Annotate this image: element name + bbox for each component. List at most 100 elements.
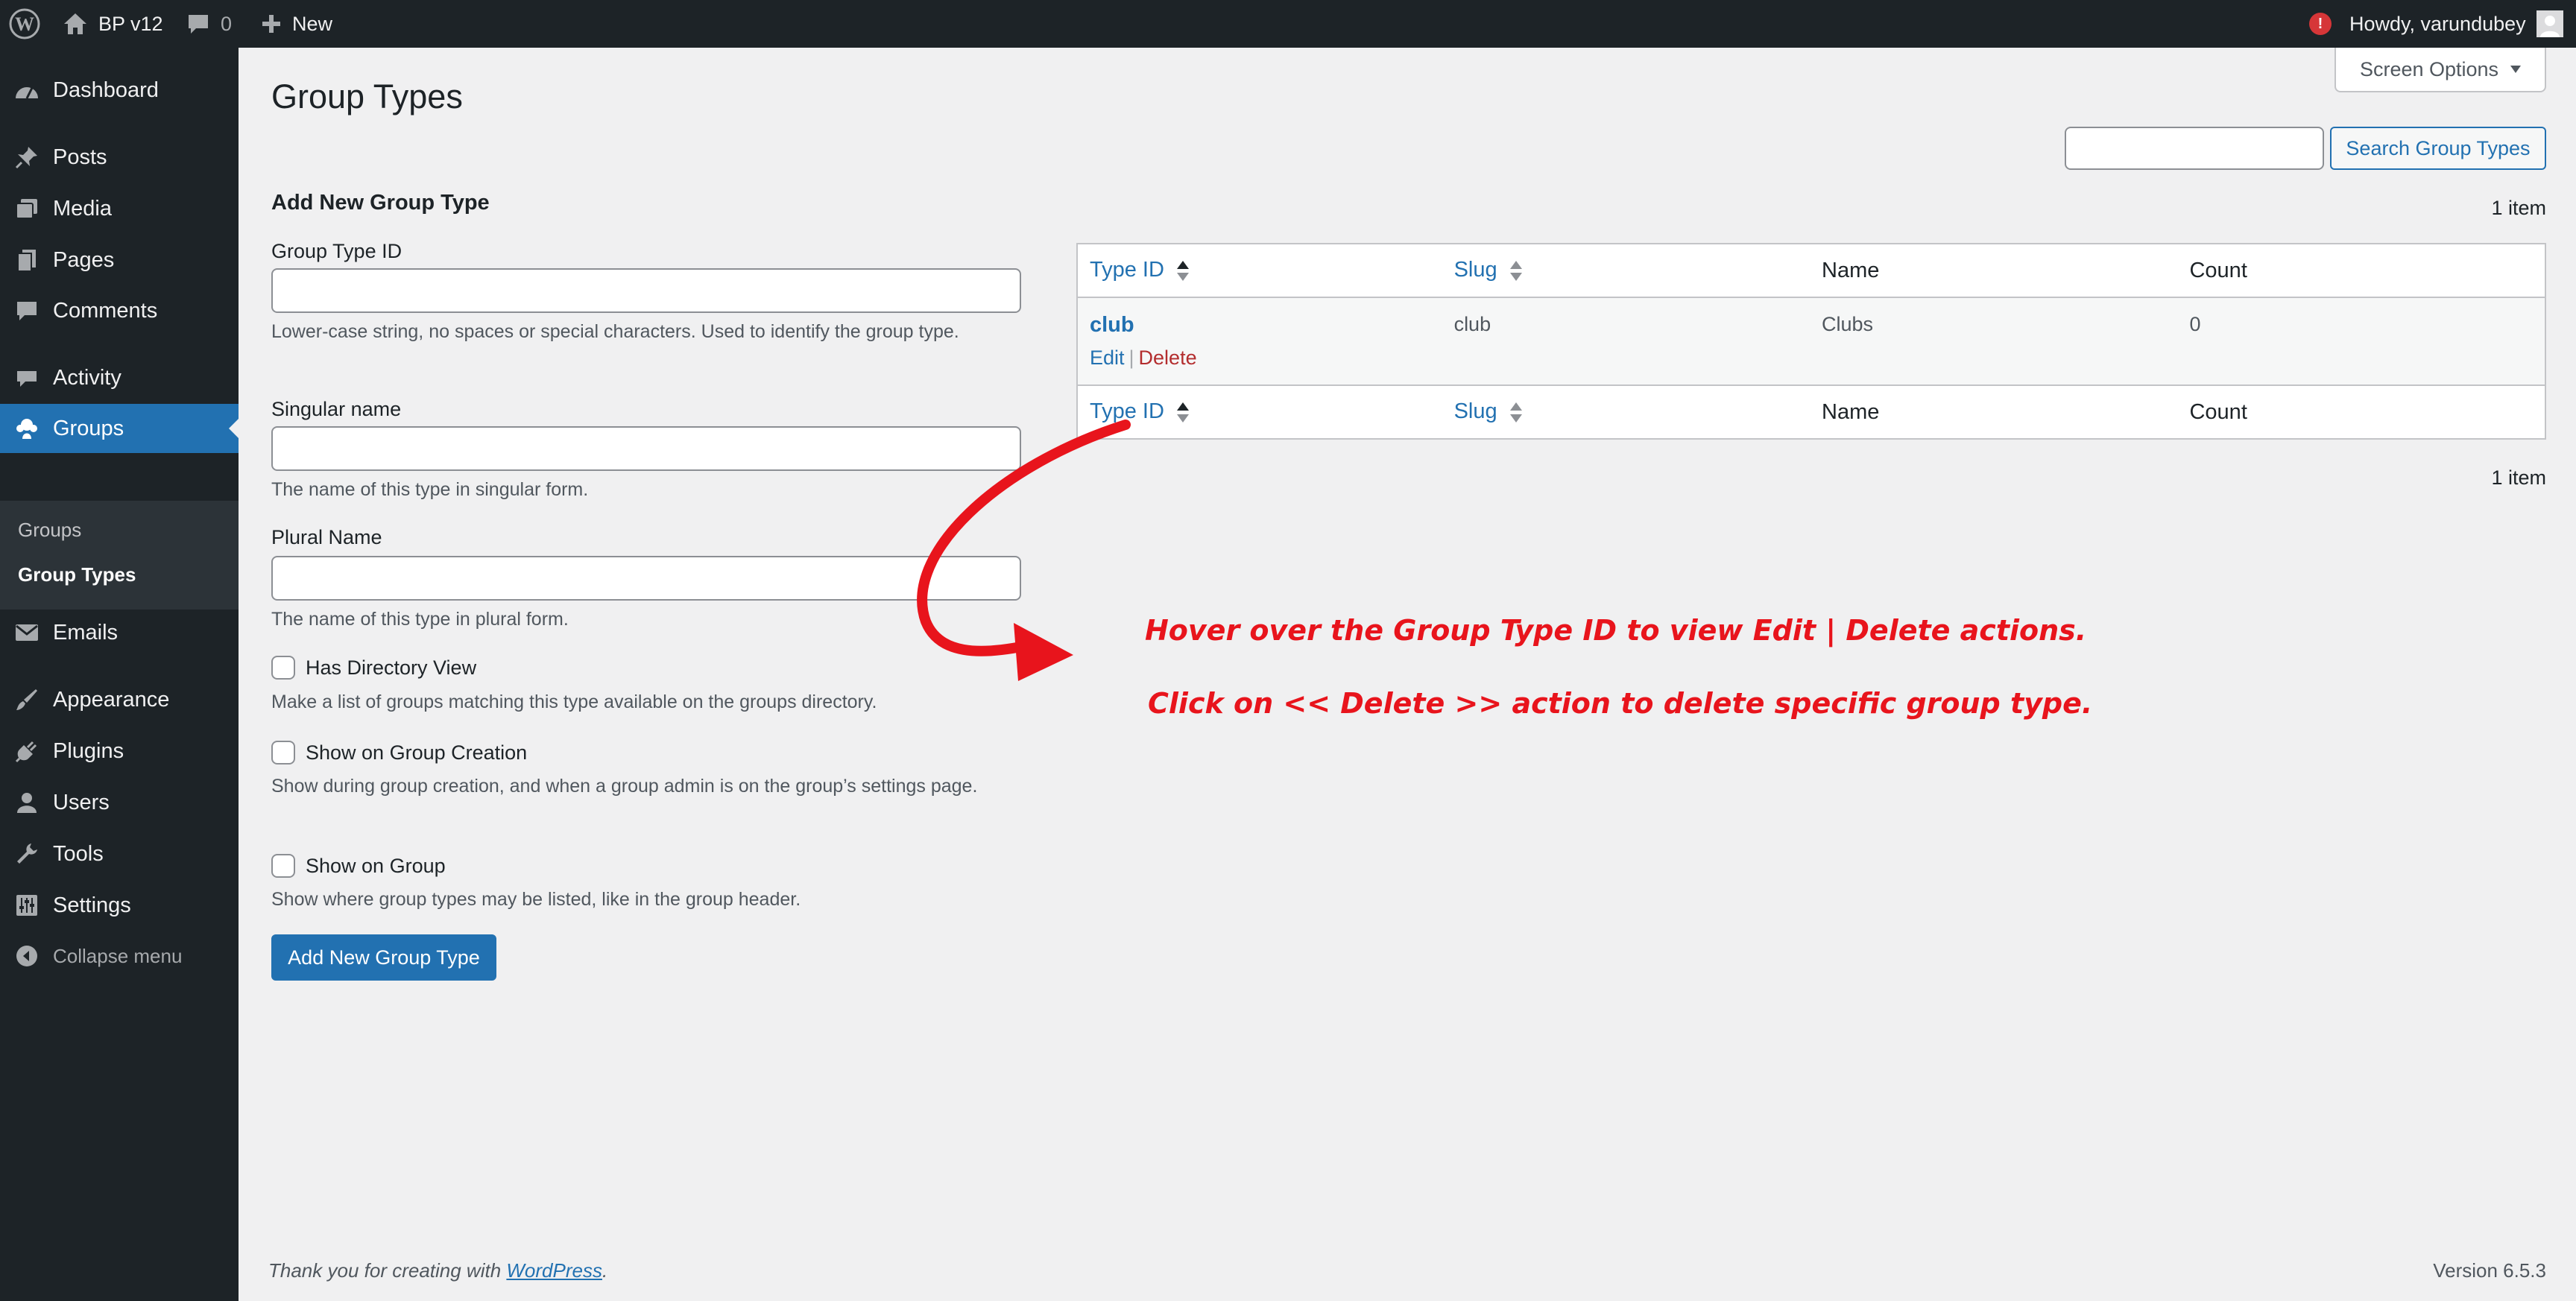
sidebar-item-users[interactable]: Users [0,778,239,827]
singular-name-description: The name of this type in singular form. [271,479,589,500]
show-on-group-creation-label: Show on Group Creation [306,741,528,764]
admin-sidebar: Dashboard Posts Media Pages Comments Act… [0,48,239,1301]
sidebar-item-plugins[interactable]: Plugins [0,727,239,776]
column-header-count: Count [2177,244,2545,298]
has-directory-view-checkbox[interactable] [271,656,295,680]
media-icon [13,195,40,222]
plus-icon [261,13,282,34]
sidebar-item-label: Posts [53,145,107,169]
sidebar-item-label: Emails [53,620,119,645]
sidebar-item-appearance[interactable]: Appearance [0,675,239,724]
comments-link[interactable]: 0 [186,0,232,48]
site-name-link[interactable]: BP v12 [63,0,163,48]
footer-thanks-prefix: Thank you for creating with [268,1259,507,1282]
page-title: Group Types [271,77,463,115]
column-header-slug[interactable]: Slug [1442,244,1811,298]
screen-options-button[interactable]: Screen Options [2334,48,2546,92]
collapse-arrow-icon [13,943,40,969]
items-count-top: 1 item [2491,197,2546,219]
sidebar-item-label: Pages [53,247,115,272]
cell-name: Clubs [1822,313,1874,335]
sidebar-item-settings[interactable]: Settings [0,881,239,930]
sidebar-item-label: Media [53,196,112,221]
show-on-group-checkbox[interactable] [271,854,295,878]
type-id-description: Lower-case string, no spaces or special … [271,321,959,342]
wrench-icon [13,841,40,867]
sidebar-item-groups[interactable]: Groups [0,404,239,453]
new-label: New [292,12,333,35]
sidebar-item-posts[interactable]: Posts [0,133,239,182]
main-content: Screen Options Group Types Search Group … [239,48,2576,1301]
sidebar-item-label: Appearance [53,687,170,712]
footer-thanks-suffix: . [602,1259,608,1282]
show-on-group-creation-description: Show during group creation, and when a g… [271,776,978,797]
plural-name-description: The name of this type in plural form. [271,609,569,630]
sort-arrows-icon [1509,259,1523,283]
column-header-name: Name [1810,244,2178,298]
annotation-text-delete: Click on << Delete >> action to delete s… [1148,687,2093,720]
sort-arrows-icon [1176,259,1190,283]
footer-header-name: Name [1810,384,2178,439]
singular-name-label: Singular name [271,398,402,420]
sidebar-item-dashboard[interactable]: Dashboard [0,66,239,115]
sidebar-item-comments[interactable]: Comments [0,286,239,335]
add-new-heading: Add New Group Type [271,191,490,215]
column-type-id-link[interactable]: Type ID [1090,258,1164,282]
sidebar-item-pages[interactable]: Pages [0,235,239,285]
groups-icon [13,415,40,442]
column-slug-link[interactable]: Slug [1454,258,1497,282]
wordpress-link[interactable]: WordPress [506,1259,602,1282]
show-on-group-description: Show where group types may be listed, li… [271,889,801,910]
paintbrush-icon [13,686,40,713]
sidebar-item-label: Dashboard [53,77,159,102]
plural-name-label: Plural Name [271,526,382,548]
envelope-icon [13,619,40,646]
footer-header-slug[interactable]: Slug [1442,384,1811,439]
home-icon [63,12,88,36]
annotation-text-hover: Hover over the Group Type ID to view Edi… [1145,614,2087,647]
submenu-item-groups[interactable]: Groups [18,519,81,542]
sidebar-item-label: Comments [53,298,158,323]
screen-options-label: Screen Options [2359,57,2499,80]
user-icon [13,789,40,816]
sidebar-item-label: Users [53,790,110,814]
sidebar-item-tools[interactable]: Tools [0,829,239,879]
admin-bar: W BP v12 0 New ! Howdy, varundubey [0,0,2576,48]
pages-icon [13,247,40,273]
sidebar-item-label: Groups [53,416,124,440]
footer-thanks: Thank you for creating with WordPress. [268,1259,607,1282]
pushpin-icon [13,144,40,171]
sidebar-item-label: Activity [53,365,121,390]
has-directory-view-description: Make a list of groups matching this type… [271,691,877,712]
add-new-group-type-button[interactable]: Add New Group Type [271,934,496,981]
submenu-item-group-types[interactable]: Group Types [18,563,136,586]
new-content-link[interactable]: New [261,0,332,48]
type-id-input[interactable] [271,268,1021,313]
notification-badge: ! [2309,13,2332,35]
settings-sliders-icon [13,892,40,919]
groups-submenu: Groups Group Types [0,501,239,610]
sidebar-item-emails[interactable]: Emails [0,608,239,657]
collapse-menu-button[interactable]: Collapse menu [0,931,239,981]
sort-arrows-icon [1509,401,1523,425]
show-on-group-label: Show on Group [306,855,446,877]
footer-header-count: Count [2177,384,2545,439]
sidebar-item-label: Collapse menu [53,944,183,967]
cell-count: 0 [2189,313,2201,335]
column-header-type-id[interactable]: Type ID [1077,244,1442,298]
search-input[interactable] [2065,127,2324,170]
row-title-link[interactable]: club [1090,313,1134,337]
user-account-link[interactable]: Howdy, varundubey [2349,0,2563,48]
wordpress-logo-icon[interactable]: W [9,0,40,48]
has-directory-view-label: Has Directory View [306,656,477,679]
column-slug-link[interactable]: Slug [1454,399,1497,423]
plug-icon [13,738,40,765]
search-group-types-button[interactable]: Search Group Types [2330,127,2546,170]
show-on-group-creation-checkbox[interactable] [271,741,295,765]
sidebar-item-media[interactable]: Media [0,184,239,233]
cell-slug: club [1453,313,1491,335]
comment-bubble-icon [13,297,40,324]
notification-icon[interactable]: ! [2309,0,2332,48]
sidebar-item-activity[interactable]: Activity [0,353,239,402]
activity-icon [13,364,40,391]
